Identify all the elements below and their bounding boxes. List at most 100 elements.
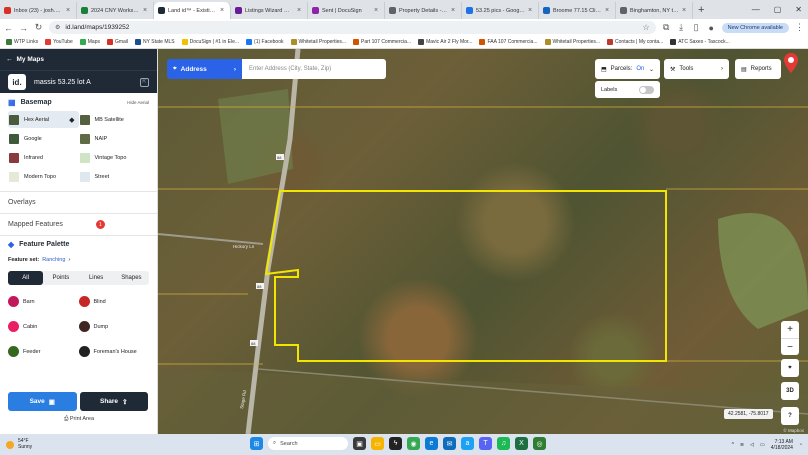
site-info-icon[interactable]: ⚙ [55, 24, 60, 31]
basemap-option[interactable]: MB Satellite [79, 111, 150, 128]
bookmark-item[interactable]: ATC Saxes - Tascock... [670, 39, 730, 45]
feature-item[interactable]: Cabin [8, 318, 79, 335]
my-maps-header[interactable]: ← My Maps [0, 49, 157, 70]
clock[interactable]: 7:13 AM 4/18/2024 [771, 439, 793, 451]
map-canvas[interactable]: 88 Hickory Ln 88 88 Stage Rd ⌖ Address ›… [158, 49, 808, 434]
locate-button[interactable]: ⌖ [781, 359, 799, 377]
feature-tab-shapes[interactable]: Shapes [114, 271, 149, 285]
tab-close-icon[interactable]: × [374, 7, 380, 14]
url-bar[interactable]: ⚙ id.land/maps/1939252 ☆ [49, 21, 656, 34]
bookmark-item[interactable]: NY State MLS [135, 39, 175, 45]
close-window-icon[interactable]: ✕ [795, 5, 802, 14]
feature-set-value[interactable]: Ranching [42, 257, 65, 263]
feature-item[interactable]: Foreman's House [78, 343, 150, 360]
notification-icon[interactable]: ◔ [799, 442, 802, 448]
edge-icon[interactable]: e [425, 437, 438, 450]
labels-toggle[interactable] [639, 85, 654, 94]
save-button[interactable]: Save ▣ [8, 392, 77, 411]
feature-item[interactable]: Blind [78, 293, 150, 310]
windows-start-icon[interactable]: ⊞ [250, 437, 263, 450]
browser-tab[interactable]: 2024 CNY Worksheet × [77, 2, 154, 19]
teams-icon[interactable]: T [479, 437, 492, 450]
excel-icon[interactable]: X [515, 437, 528, 450]
chevron-up-icon[interactable]: ^ [732, 442, 734, 448]
tab-close-icon[interactable]: × [451, 7, 457, 14]
store-icon[interactable]: a [461, 437, 474, 450]
back-icon[interactable]: ← [4, 23, 13, 33]
basemap-option[interactable]: Google [8, 130, 79, 147]
browser-tab[interactable]: Land id™ - Existing M × [154, 2, 231, 19]
basemap-option[interactable]: Street [79, 168, 150, 185]
feature-tab-lines[interactable]: Lines [79, 271, 114, 285]
tab-close-icon[interactable]: × [682, 7, 688, 14]
parcels-toggle-button[interactable]: ⬒ Parcels: On ⌄ [595, 59, 660, 79]
browser-tab[interactable]: Binghamton, NY to Fr × [616, 2, 693, 19]
feature-item[interactable]: Dump [78, 318, 150, 335]
weather-widget[interactable]: 54°F Sunny [6, 438, 32, 450]
browser-tab[interactable]: Property Details - Inn × [385, 2, 462, 19]
browser-tab[interactable]: 53.25 pics - Google D × [462, 2, 539, 19]
browser-tab[interactable]: Broome 77.15 Clifton × [539, 2, 616, 19]
app2-icon[interactable]: ◎ [533, 437, 546, 450]
mapped-features-row[interactable]: Mapped Features 1 [0, 213, 157, 235]
forward-icon[interactable]: → [19, 23, 28, 33]
bookmark-item[interactable]: Part 107 Commercia... [353, 39, 411, 45]
browser-tab[interactable]: Listings Wizard — Mls × [231, 2, 308, 19]
selected-parcel-outline[interactable] [264, 190, 667, 362]
basemap-option[interactable]: Modern Topo [8, 168, 79, 185]
basemap-option[interactable]: Vintage Topo [79, 149, 150, 166]
tab-close-icon[interactable]: × [605, 7, 611, 14]
chevron-right-icon[interactable]: › [68, 257, 70, 263]
feature-item[interactable]: Barn [8, 293, 79, 310]
bookmark-item[interactable]: WTP Links [6, 39, 38, 45]
tab-close-icon[interactable]: × [220, 7, 226, 14]
outlook-icon[interactable]: ✉ [443, 437, 456, 450]
extensions-icon[interactable]: ⧉ [662, 22, 671, 33]
tab-close-icon[interactable]: × [528, 7, 534, 14]
project-name[interactable]: massis 53.25 lot A [34, 79, 132, 86]
taskbar-search[interactable]: ⌕ Search [268, 437, 348, 450]
tab-close-icon[interactable]: × [297, 7, 303, 14]
bookmark-item[interactable]: Whitetail Properties... [290, 39, 346, 45]
address-search-mode[interactable]: ⌖ Address › [167, 59, 242, 79]
task-view-icon[interactable]: ▣ [353, 437, 366, 450]
address-search-input[interactable]: Enter Address (City, State, Zip) [242, 59, 386, 79]
basemap-option[interactable]: Hex Aerial ◆ [8, 111, 79, 128]
download-icon[interactable]: ⤓ [677, 22, 686, 33]
help-button[interactable]: ? [781, 407, 799, 425]
chrome-update-button[interactable]: New Chrome available [721, 22, 789, 33]
feature-tab-all[interactable]: All [8, 271, 44, 285]
tools-button[interactable]: ⚒ Tools › [664, 59, 729, 79]
reload-icon[interactable]: ↻ [34, 22, 43, 33]
chrome-icon[interactable]: ◉ [407, 437, 420, 450]
browser-tab[interactable]: Inbox (23) - josh.burr × [0, 2, 77, 19]
bookmark-item[interactable]: Maps [79, 39, 100, 45]
battery-icon[interactable]: ▭ [760, 442, 765, 448]
feature-item[interactable]: Feeder [8, 343, 79, 360]
reports-button[interactable]: ▤ Reports [735, 59, 781, 79]
bookmark-item[interactable]: Whitetail Properties... [544, 39, 600, 45]
bookmark-item[interactable]: Mavic Air 2 Fly Mor... [418, 39, 472, 45]
new-tab-button[interactable]: + [693, 2, 709, 19]
bookmark-star-icon[interactable]: ☆ [642, 23, 649, 32]
sidepanel-icon[interactable]: ▯ [692, 22, 701, 33]
bookmark-item[interactable]: Contacts | My conta... [607, 39, 663, 45]
bookmark-item[interactable]: DocuSign | #1 in Ele... [181, 39, 239, 45]
tab-close-icon[interactable]: × [66, 7, 72, 14]
wifi-icon[interactable]: ≋ [740, 442, 744, 448]
share-button[interactable]: Share ⇪ [79, 392, 148, 411]
print-area-link[interactable]: ⎙ Print Area [0, 416, 158, 423]
app-icon[interactable]: ϟ [389, 437, 402, 450]
bookmark-item[interactable]: (1) Facebook [246, 39, 284, 45]
map-attribution[interactable]: © Mapbox [783, 428, 804, 433]
3d-button[interactable]: 3D [781, 382, 799, 400]
profile-icon[interactable]: ● [707, 23, 716, 33]
bookmark-item[interactable]: YouTube [45, 39, 73, 45]
feature-tab-points[interactable]: Points [43, 271, 78, 285]
hide-aerial-link[interactable]: Hide Aerial [127, 100, 149, 105]
menu-dots-icon[interactable]: ⋮ [795, 22, 804, 33]
basemap-option[interactable]: Infrared [8, 149, 79, 166]
browser-tab[interactable]: Sent | DocuSign × [308, 2, 385, 19]
zoom-out-button[interactable]: − [781, 338, 799, 355]
bookmark-item[interactable]: FAA 107 Commercia... [479, 39, 538, 45]
